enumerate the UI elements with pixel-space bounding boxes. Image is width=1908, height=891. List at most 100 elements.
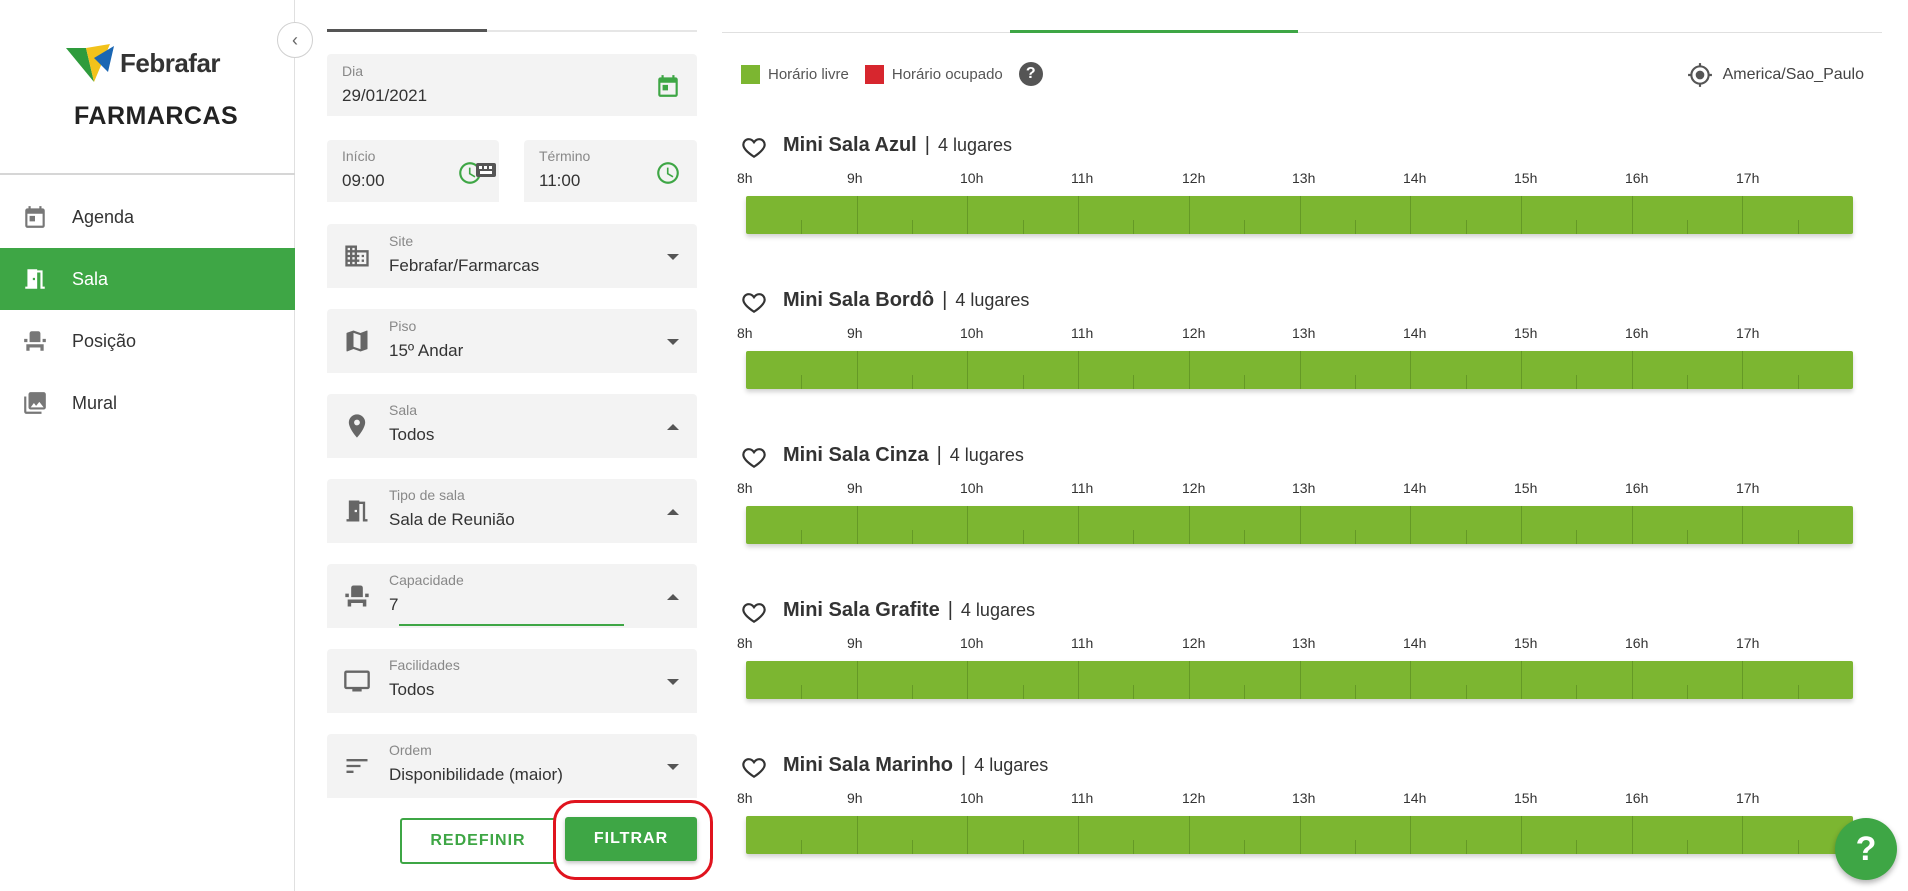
- site-select[interactable]: Site Febrafar/Farmarcas: [327, 224, 697, 288]
- room-title[interactable]: Mini Sala Cinza | 4 lugares: [783, 444, 1024, 467]
- bar-tick: [1632, 816, 1633, 854]
- bar-tick: [1742, 661, 1743, 699]
- bar-tick: [1687, 840, 1688, 854]
- bar-tick: [1576, 530, 1577, 544]
- collapse-sidebar-button[interactable]: ‹: [277, 22, 313, 58]
- bar-tick: [1244, 685, 1245, 699]
- hour-label: 10h: [960, 635, 984, 651]
- hour-label: 11h: [1071, 790, 1094, 806]
- floor-label: Piso: [389, 318, 417, 334]
- hour-label: 9h: [847, 790, 863, 806]
- availability-bar[interactable]: [746, 196, 1853, 234]
- hour-label: 9h: [847, 170, 863, 186]
- hour-label: 11h: [1071, 635, 1094, 651]
- bar-tick: [1632, 351, 1633, 389]
- hour-label: 16h: [1625, 325, 1649, 341]
- facilities-select[interactable]: Facilidades Todos: [327, 649, 697, 713]
- sidebar-item-posicao[interactable]: Posição: [0, 310, 295, 372]
- brand-name: Febrafar: [120, 48, 221, 78]
- chevron-left-icon: ‹: [292, 29, 298, 50]
- heart-icon[interactable]: [741, 599, 767, 625]
- view-tabs: [722, 30, 1882, 33]
- main-content: Horário livre Horário ocupado ? America/…: [722, 0, 1882, 891]
- order-select[interactable]: Ordem Disponibilidade (maior): [327, 734, 697, 798]
- bar-tick: [1742, 506, 1743, 544]
- bar-tick: [1244, 840, 1245, 854]
- bar-tick: [1466, 685, 1467, 699]
- room-capacity: 4 lugares: [949, 445, 1024, 465]
- availability-bar[interactable]: [746, 351, 1853, 389]
- hour-labels: 8h 9h 10h 11h 12h 13h 14h 15h 16h 17h: [722, 790, 1882, 810]
- timezone-selector[interactable]: America/Sao_Paulo: [1687, 62, 1864, 88]
- room-title[interactable]: Mini Sala Azul | 4 lugares: [783, 134, 1012, 157]
- hour-label: 15h: [1514, 790, 1538, 806]
- heart-icon[interactable]: [741, 444, 767, 470]
- room-select[interactable]: Sala Todos: [327, 394, 697, 458]
- bar-tick: [1189, 351, 1190, 389]
- hour-label: 11h: [1071, 170, 1094, 186]
- bar-tick: [1300, 661, 1301, 699]
- bar-tick: [1410, 661, 1411, 699]
- map-icon: [346, 330, 368, 352]
- bar-tick: [801, 375, 802, 389]
- end-time-field[interactable]: Término 11:00: [524, 140, 697, 202]
- bar-tick: [1189, 661, 1190, 699]
- filter-tabs: [327, 29, 697, 32]
- heart-icon[interactable]: [741, 754, 767, 780]
- bar-tick: [1078, 196, 1079, 234]
- clock-icon[interactable]: [655, 160, 681, 186]
- bar-tick: [1521, 661, 1522, 699]
- hour-label: 13h: [1292, 325, 1316, 341]
- bar-tick: [1300, 196, 1301, 234]
- order-label: Ordem: [389, 742, 432, 758]
- room-type-value: Sala de Reunião: [389, 510, 515, 529]
- chevron-down-icon: [667, 339, 679, 345]
- date-field[interactable]: Dia 29/01/2021: [327, 54, 697, 116]
- room-name: Mini Sala Marinho: [783, 754, 954, 776]
- bar-tick: [967, 506, 968, 544]
- hour-label: 13h: [1292, 790, 1316, 806]
- sidebar-item-mural[interactable]: Mural: [0, 372, 295, 434]
- room-title[interactable]: Mini Sala Bordô | 4 lugares: [783, 289, 1029, 312]
- filter-button[interactable]: FILTRAR: [565, 817, 697, 861]
- heart-icon[interactable]: [741, 289, 767, 315]
- bar-tick: [967, 351, 968, 389]
- hour-label: 17h: [1736, 325, 1760, 341]
- capacity-field[interactable]: Capacidade 7: [327, 564, 697, 628]
- bar-tick: [1742, 351, 1743, 389]
- room-type-select[interactable]: Tipo de sala Sala de Reunião: [327, 479, 697, 543]
- bar-tick: [1355, 530, 1356, 544]
- availability-bar[interactable]: [746, 506, 1853, 544]
- bar-tick: [1798, 840, 1799, 854]
- hour-label: 8h: [737, 480, 753, 496]
- bar-tick: [1023, 685, 1024, 699]
- calendar-icon[interactable]: [655, 73, 681, 99]
- room-capacity: 4 lugares: [974, 755, 1049, 775]
- bar-tick: [857, 816, 858, 854]
- calendar-icon: [25, 206, 45, 228]
- reset-button[interactable]: REDEFINIR: [400, 818, 556, 864]
- heart-icon[interactable]: [741, 134, 767, 160]
- hour-labels: 8h 9h 10h 11h 12h 13h 14h 15h 16h 17h: [722, 480, 1882, 500]
- floor-select[interactable]: Piso 15º Andar: [327, 309, 697, 373]
- chevron-down-icon: [667, 254, 679, 260]
- availability-bar[interactable]: [746, 661, 1853, 699]
- sort-icon: [346, 759, 368, 773]
- facilities-value: Todos: [389, 680, 435, 699]
- sidebar-item-sala[interactable]: Sala: [0, 248, 295, 310]
- availability-bar[interactable]: [746, 816, 1853, 854]
- start-time-field[interactable]: Início 09:00: [327, 140, 499, 202]
- hour-label: 14h: [1403, 480, 1427, 496]
- hour-label: 10h: [960, 790, 984, 806]
- bar-tick: [1687, 375, 1688, 389]
- bar-tick: [1300, 351, 1301, 389]
- bar-tick: [912, 840, 913, 854]
- room-title[interactable]: Mini Sala Grafite | 4 lugares: [783, 599, 1035, 622]
- hour-label: 12h: [1182, 480, 1206, 496]
- room-title[interactable]: Mini Sala Marinho | 4 lugares: [783, 754, 1048, 777]
- help-icon[interactable]: ?: [1018, 62, 1043, 86]
- help-fab-button[interactable]: ?: [1835, 818, 1897, 880]
- hour-label: 12h: [1182, 170, 1206, 186]
- sidebar-item-agenda[interactable]: Agenda: [0, 186, 295, 248]
- hour-label: 9h: [847, 325, 863, 341]
